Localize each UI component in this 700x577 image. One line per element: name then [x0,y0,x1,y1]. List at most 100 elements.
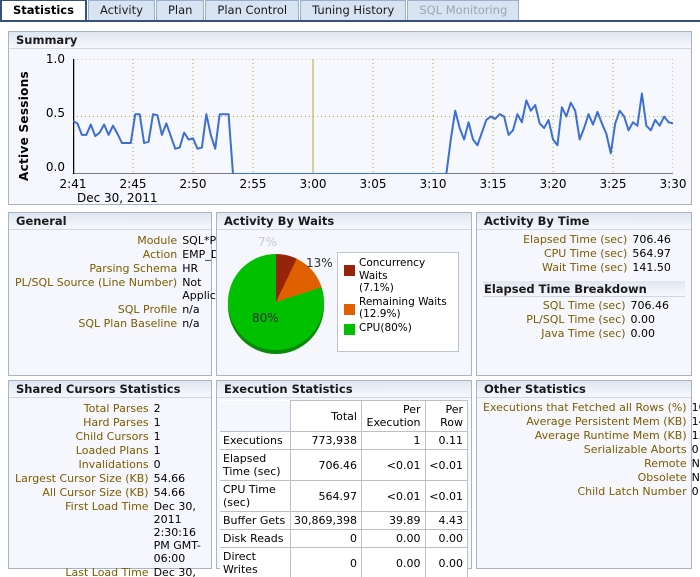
kv-key: Remote [483,457,692,471]
cell-label: Disk Reads [220,530,291,548]
x-tick: 3:30 [650,177,696,191]
table-row: Elapsed Time (sec)706.46<0.01<0.01 [220,450,468,481]
cell-per_row: 0.11 [425,432,467,450]
table-row: Buffer Gets30,869,39839.894.43 [220,512,468,530]
y-tick: 1.0 [35,52,65,66]
summary-panel: Summary Active Sessions 1.00.50.0 2:412:… [8,31,692,205]
x-tick: 3:20 [530,177,576,191]
legend-label: Remaining Waits [359,296,447,309]
legend-text: Concurrency Waits(7.1%) [359,257,455,295]
legend-swatch-icon [344,265,355,276]
kv-value: 54.66 [154,486,205,500]
legend-swatch-icon [344,324,355,335]
kv-key: Parsing Schema [15,262,182,276]
activity-by-waits-panel: Activity By Waits 7% 13% 80% Concurrency… [216,212,472,376]
kv-row: ObsoleteNo [483,471,700,485]
cell-per_execution: 1 [361,432,425,450]
col-header-3: Per Row [425,401,467,432]
kv-key: Average Runtime Mem (KB) [483,429,692,443]
kv-value: 2 [154,402,205,416]
cell-per_execution: <0.01 [361,450,425,481]
cell-total: 773,938 [291,432,362,450]
kv-row: Child Latch Number0 [483,485,700,499]
tab-activity[interactable]: Activity [88,0,155,20]
kv-key: CPU Time (sec) [483,247,632,261]
table-body: Executions773,93810.11Elapsed Time (sec)… [220,432,468,577]
kv-row: SQL Profilen/a [15,303,239,317]
cell-total: 564.97 [291,481,362,512]
kv-row: Wait Time (sec)141.50 [483,261,685,275]
kv-row: PL/SQL Source (Line Number)Not Applicabl… [15,276,239,303]
kv-key: Action [15,248,182,262]
activity-by-waits-title: Activity By Waits [217,213,471,230]
kv-key: Wait Time (sec) [483,261,632,275]
x-tick: 2:41 [50,177,96,191]
table-row: Disk Reads00.000.00 [220,530,468,548]
kv-key: Module [15,234,182,248]
general-body: ModuleSQL*PlusActionEMP_DMLParsing Schem… [9,230,211,335]
kv-value: 100.00 [692,401,700,415]
kv-key: Obsolete [483,471,692,485]
tab-statistics[interactable]: Statistics [0,0,87,20]
cell-per_execution: 39.89 [361,512,425,530]
chart-y-axis-label: Active Sessions [17,71,33,181]
execution-statistics-body: TotalPer ExecutionPer Row Executions773,… [217,398,471,577]
statistics-page: StatisticsActivityPlanPlan ControlTuning… [0,0,700,577]
kv-key: SQL Time (sec) [483,299,631,313]
legend-item[interactable]: Remaining Waits(12.9%) [342,296,455,321]
legend-item[interactable]: CPU(80%) [342,322,455,335]
execution-statistics-table: TotalPer ExecutionPer Row Executions773,… [220,400,468,577]
kv-row: RemoteNo [483,457,700,471]
kv-row: Average Persistent Mem (KB)14.37 [483,415,700,429]
kv-value: No [692,471,700,485]
kv-row: Serializable Aborts0 [483,443,700,457]
x-tick: 2:50 [170,177,216,191]
legend-percent: (12.9%) [359,308,447,321]
cell-label: Executions [220,432,291,450]
kv-key: PL/SQL Time (sec) [483,313,631,327]
kv-key: First Load Time [15,500,154,566]
chart-line-svg [73,59,673,174]
cell-label: Buffer Gets [220,512,291,530]
kv-row: Executions that Fetched all Rows (%)100.… [483,401,700,415]
kv-key: Child Cursors [15,430,154,444]
legend-label: Concurrency Waits [359,257,455,282]
x-tick: 3:05 [350,177,396,191]
kv-row: Child Cursors1 [15,430,205,444]
activity-by-time-title: Activity By Time [477,213,691,230]
tab-plan-control[interactable]: Plan Control [205,0,299,20]
x-tick: 2:55 [230,177,276,191]
kv-value: 141.50 [632,261,685,275]
kv-row: All Cursor Size (KB)54.66 [15,486,205,500]
kv-value: Dec 30, 2011 2:30:16 PM GMT-06:00 [154,500,205,566]
kv-key: Last Load Time [15,566,154,577]
kv-value: 0.00 [631,327,685,341]
cell-per_execution: 0.00 [361,548,425,577]
tab-bar: StatisticsActivityPlanPlan ControlTuning… [0,0,700,22]
tab-plan[interactable]: Plan [156,0,204,20]
chart-date-label: Dec 30, 2011 [77,191,157,205]
legend-item[interactable]: Concurrency Waits(7.1%) [342,257,455,295]
legend-text: CPU(80%) [359,322,412,335]
kv-key: All Cursor Size (KB) [15,486,154,500]
legend-percent: (7.1%) [359,282,455,295]
kv-key: Child Latch Number [483,485,692,499]
kv-key: Elapsed Time (sec) [483,233,632,247]
cell-per_row: <0.01 [425,450,467,481]
general-panel: General ModuleSQL*PlusActionEMP_DMLParsi… [8,212,212,376]
kv-row: Loaded Plans1 [15,444,205,458]
general-list: ModuleSQL*PlusActionEMP_DMLParsing Schem… [15,234,239,331]
kv-row: Last Load TimeDec 30, 2011 2:30:16 PM GM… [15,566,205,577]
tab-tuning-history[interactable]: Tuning History [300,0,406,20]
other-statistics-title: Other Statistics [477,381,691,398]
kv-value: 0 [692,485,700,499]
kv-key: Serializable Aborts [483,443,692,457]
x-tick: 2:45 [110,177,156,191]
elapsed-time-breakdown-list: SQL Time (sec)706.46PL/SQL Time (sec)0.0… [483,299,685,341]
active-sessions-chart: Active Sessions 1.00.50.0 2:412:452:502:… [15,53,685,203]
legend-swatch-icon [344,304,355,315]
pie-label-remaining: 13% [306,256,333,270]
col-header-0 [220,401,291,432]
kv-value: 54.66 [154,472,205,486]
kv-value: 0 [692,443,700,457]
